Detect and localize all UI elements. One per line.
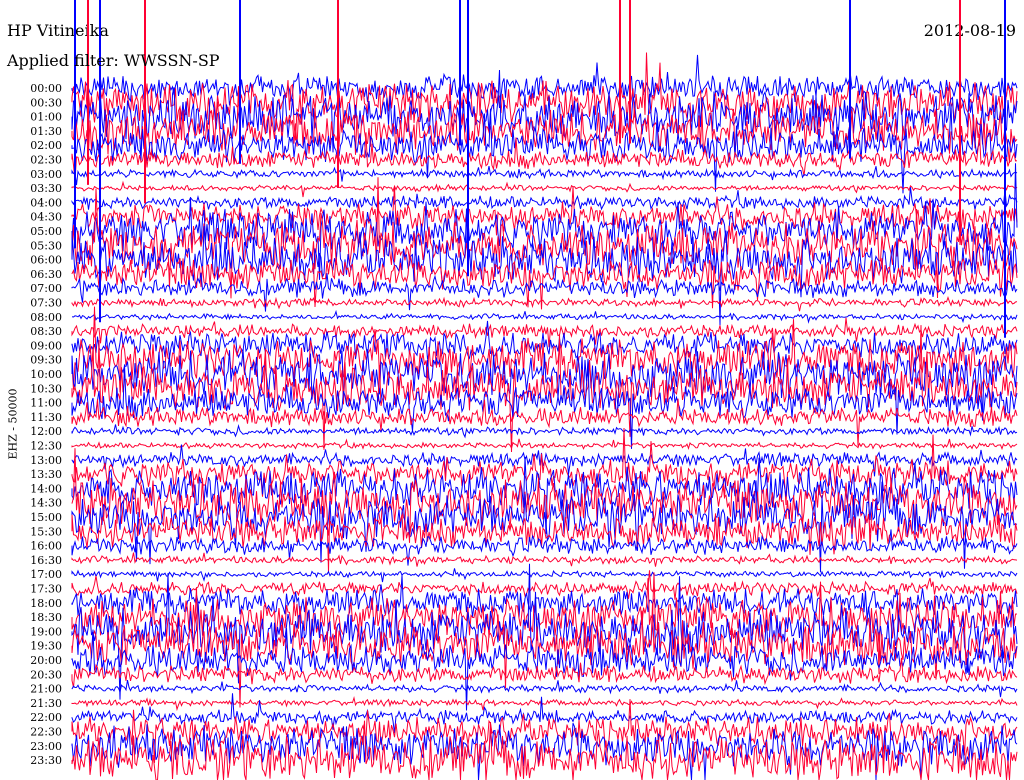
trace-row [71,295,1018,312]
time-tick-label: 03:30 [30,182,62,195]
trace-row [71,568,1018,583]
time-tick-label: 00:00 [30,82,62,95]
time-tick-label: 05:00 [30,225,62,238]
time-tick-label: 22:30 [30,726,62,739]
trace-row [71,693,1018,734]
trace-row [71,187,1018,211]
time-tick-label: 06:00 [30,254,62,267]
time-tick-label: 09:00 [30,339,62,352]
time-tick-label: 10:30 [30,382,62,395]
helicorder-plot: 00:0000:30 01:0001:3002:00 02:3003:0003:30… [30,0,1018,780]
time-tick-label: 21:00 [30,683,62,696]
time-tick-label: 14:30 [30,497,62,510]
time-tick-label: 08:00 [30,311,62,324]
time-tick-label: 21:30 [30,697,62,710]
trace-row [71,309,1018,324]
time-tick-label: 06:30 [30,268,62,281]
trace-row [71,177,1018,299]
trace-row [71,423,1018,439]
time-tick-label: 15:00 [30,511,62,524]
trace-row [71,166,1018,186]
time-tick-label: 01:00 [30,111,62,124]
time-tick-label: 05:30 [30,239,62,252]
time-tick-label: 04:00 [30,196,62,209]
time-tick-label: 23:30 [30,754,62,767]
time-tick-label: 11:30 [30,411,62,424]
time-tick-labels: 00:0000:30 01:0001:3002:00 02:3003:0003:30… [30,82,62,767]
time-tick-label: 08:30 [30,325,62,338]
time-tick-label: 00:30 [30,96,62,109]
time-tick-label: 01:30 [30,125,62,138]
time-tick-label: 03:00 [30,168,62,181]
trace-row [71,695,1018,712]
time-tick-label: 16:30 [30,554,62,567]
trace-row [71,552,1018,567]
time-tick-label: 15:30 [30,525,62,538]
time-tick-label: 20:30 [30,668,62,681]
trace-row [71,679,1018,698]
time-tick-label: 10:00 [30,368,62,381]
time-tick-label: 07:00 [30,282,62,295]
time-tick-label: 18:30 [30,611,62,624]
time-tick-label: 18:00 [30,597,62,610]
time-tick-label: 17:00 [30,568,62,581]
trace-row [71,180,1018,198]
time-tick-label: 22:00 [30,711,62,724]
time-tick-label: 02:00 [30,139,62,152]
time-tick-label: 04:30 [30,211,62,224]
time-tick-label: 07:30 [30,297,62,310]
time-tick-label: 12:00 [30,425,62,438]
time-tick-label: 19:30 [30,640,62,653]
time-tick-label: 19:00 [30,625,62,638]
trace-row [71,513,1018,555]
time-tick-label: 14:00 [30,482,62,495]
filter-label: Applied filter: WWSSN-SP [7,51,220,70]
time-tick-label: 13:00 [30,454,62,467]
time-tick-label: 12:30 [30,440,62,453]
time-tick-label: 02:30 [30,154,62,167]
time-tick-label: 16:00 [30,540,62,553]
trace-row [71,438,1018,451]
time-tick-label: 13:30 [30,468,62,481]
time-tick-label: 17:30 [30,583,62,596]
time-tick-label: 23:00 [30,740,62,753]
trace-row [71,398,1018,446]
time-tick-label: 20:00 [30,654,62,667]
time-tick-label: 09:30 [30,354,62,367]
trace-group [71,0,1018,780]
time-tick-label: 11:00 [30,397,62,410]
